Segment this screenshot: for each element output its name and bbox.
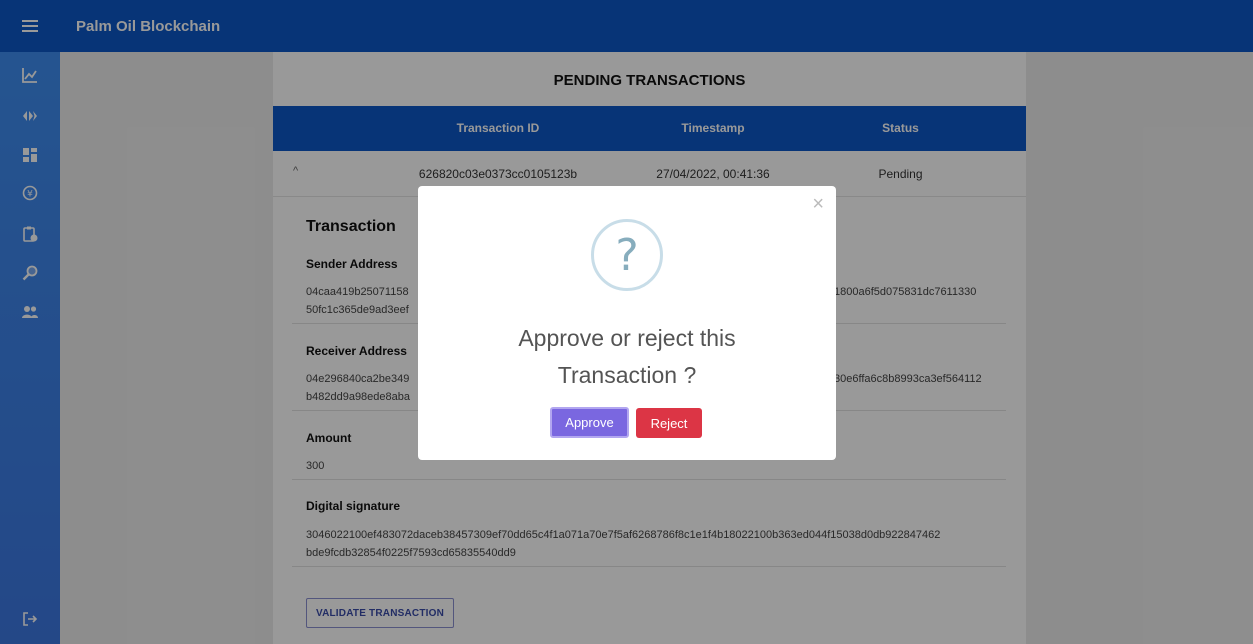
dialog-message-line1: Approve or reject this xyxy=(518,325,736,351)
confirm-dialog: × ? Approve or reject this Transaction ?… xyxy=(418,186,836,460)
dialog-message: Approve or reject this Transaction ? xyxy=(418,320,836,394)
dialog-message-line2: Transaction ? xyxy=(557,362,697,388)
reject-button[interactable]: Reject xyxy=(636,408,702,438)
question-icon: ? xyxy=(591,219,663,291)
approve-button[interactable]: Approve xyxy=(550,407,629,438)
close-icon[interactable]: × xyxy=(812,194,824,214)
